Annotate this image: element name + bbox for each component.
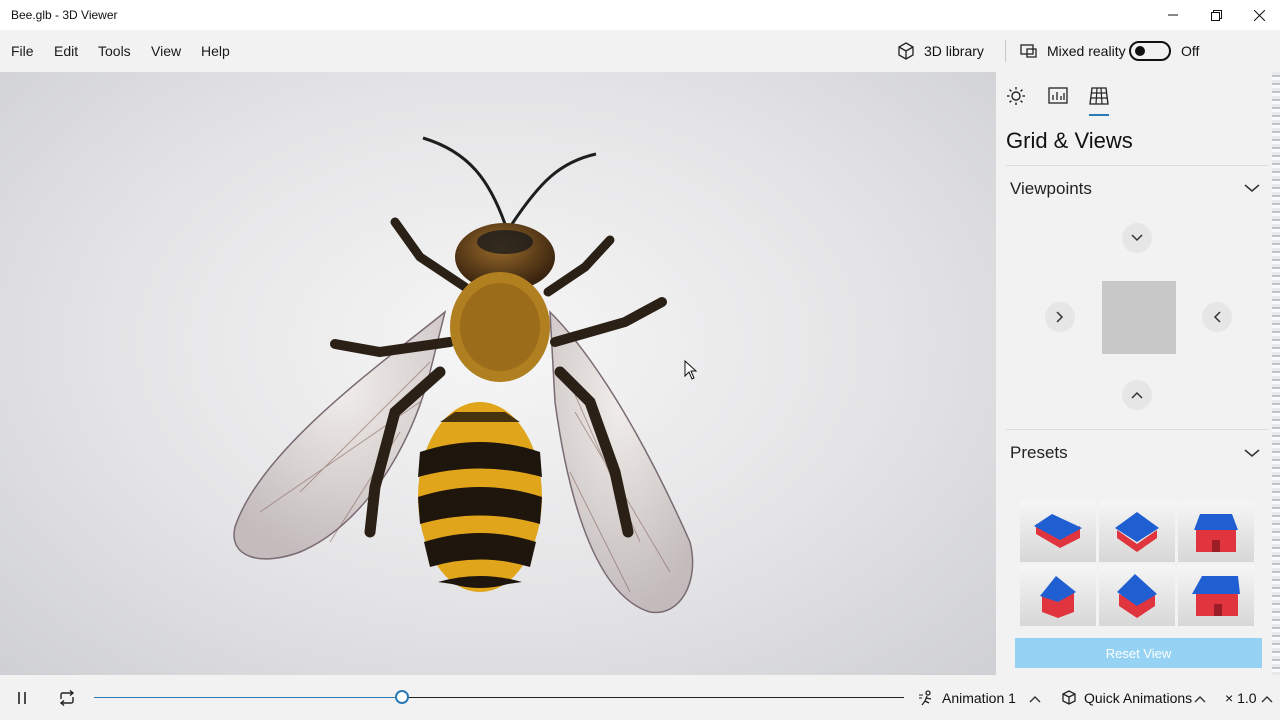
mixed-reality-state: Off xyxy=(1181,43,1200,59)
chevron-down-icon xyxy=(1131,234,1143,242)
house-icon xyxy=(1034,513,1082,548)
animation-selector[interactable]: Animation 1 xyxy=(918,689,1016,707)
house-icon xyxy=(1192,575,1240,616)
cube-icon xyxy=(898,42,914,60)
restore-icon xyxy=(1210,9,1222,21)
window-title: Bee.glb - 3D Viewer xyxy=(11,8,118,22)
toolbar-divider xyxy=(1005,40,1006,62)
quick-animations-selector[interactable]: Quick Animations xyxy=(1060,689,1192,707)
menu-tools[interactable]: Tools xyxy=(98,43,131,59)
divider xyxy=(1006,165,1268,166)
preset-view-6[interactable] xyxy=(1178,565,1254,626)
bee-model xyxy=(233,136,694,614)
3d-library-label: 3D library xyxy=(924,43,984,59)
presets-grid xyxy=(1020,501,1254,626)
mixed-reality-toggle[interactable] xyxy=(1129,41,1171,61)
menu-view[interactable]: View xyxy=(151,43,181,59)
menu-edit[interactable]: Edit xyxy=(54,43,78,59)
title-bar: Bee.glb - 3D Viewer xyxy=(0,0,1280,30)
chevron-right-icon xyxy=(1056,311,1064,323)
animation-timeline[interactable] xyxy=(94,690,904,704)
loop-icon xyxy=(59,690,75,706)
stats-icon xyxy=(1048,87,1068,104)
mouse-cursor-icon xyxy=(684,360,698,380)
quick-animations-label: Quick Animations xyxy=(1084,690,1193,706)
speed-label: × 1.0 xyxy=(1225,690,1257,706)
mixed-reality-icon xyxy=(1020,44,1037,58)
chevron-up-icon[interactable] xyxy=(1029,695,1041,703)
preset-view-1[interactable] xyxy=(1020,501,1096,562)
tab-lighting[interactable] xyxy=(1004,84,1028,108)
close-button[interactable] xyxy=(1237,0,1280,30)
grid-views-panel: Grid & Views Viewpoints Presets Reset Vi… xyxy=(996,72,1272,675)
chevron-left-icon xyxy=(1213,311,1221,323)
house-icon xyxy=(1040,575,1076,618)
toggle-knob xyxy=(1135,46,1145,56)
chevron-up-icon[interactable] xyxy=(1261,695,1273,703)
preset-view-4[interactable] xyxy=(1020,565,1096,626)
menu-help[interactable]: Help xyxy=(201,43,230,59)
preset-view-2[interactable] xyxy=(1099,501,1175,562)
mixed-reality-label: Mixed reality xyxy=(1047,43,1126,59)
animation-bar: Animation 1 Quick Animations × 1.0 xyxy=(0,675,1280,720)
viewpoints-header[interactable]: Viewpoints xyxy=(1010,179,1092,199)
close-icon xyxy=(1253,9,1265,21)
menu-bar: File Edit Tools View Help 3D library Mix… xyxy=(0,30,1280,72)
speed-selector[interactable]: × 1.0 xyxy=(1225,689,1257,707)
view-bottom-button[interactable] xyxy=(1122,380,1152,410)
presets-header[interactable]: Presets xyxy=(1010,443,1068,463)
view-left-button[interactable] xyxy=(1045,302,1075,332)
house-icon xyxy=(1194,513,1238,552)
pause-button[interactable] xyxy=(11,687,33,709)
preset-view-5[interactable] xyxy=(1099,565,1175,626)
grid-icon xyxy=(1089,87,1109,105)
divider xyxy=(1006,429,1268,430)
sun-icon xyxy=(1007,87,1025,105)
timeline-progress xyxy=(94,697,402,698)
viewpoint-cube[interactable] xyxy=(1102,281,1176,354)
house-icon xyxy=(1115,511,1159,552)
timeline-thumb[interactable] xyxy=(394,690,409,704)
minimize-button[interactable] xyxy=(1151,0,1195,30)
house-icon xyxy=(1117,573,1157,618)
panel-scrollbar[interactable] xyxy=(1272,72,1280,675)
loop-button[interactable] xyxy=(56,687,78,709)
chevron-down-icon[interactable] xyxy=(1244,183,1260,193)
view-top-button[interactable] xyxy=(1122,223,1152,253)
mixed-reality-button[interactable]: Mixed reality xyxy=(1019,40,1126,62)
tab-stats[interactable] xyxy=(1046,84,1070,108)
tab-grid-views[interactable] xyxy=(1087,84,1111,116)
3d-library-button[interactable]: 3D library xyxy=(896,40,984,62)
chevron-up-icon[interactable] xyxy=(1194,695,1206,703)
chevron-down-icon[interactable] xyxy=(1244,448,1260,458)
panel-title: Grid & Views xyxy=(1006,128,1133,153)
restore-button[interactable] xyxy=(1194,0,1238,30)
minimize-icon xyxy=(1168,14,1178,16)
pause-icon xyxy=(18,692,26,704)
reset-view-button[interactable]: Reset View xyxy=(1015,638,1262,668)
view-right-button[interactable] xyxy=(1202,302,1232,332)
chevron-up-icon xyxy=(1131,391,1143,399)
quick-animations-icon xyxy=(1062,690,1076,705)
preset-view-3[interactable] xyxy=(1178,501,1254,562)
menu-file[interactable]: File xyxy=(11,43,34,59)
3d-viewport[interactable] xyxy=(0,72,996,675)
animation-label: Animation 1 xyxy=(942,690,1016,706)
animation-icon xyxy=(919,690,932,706)
